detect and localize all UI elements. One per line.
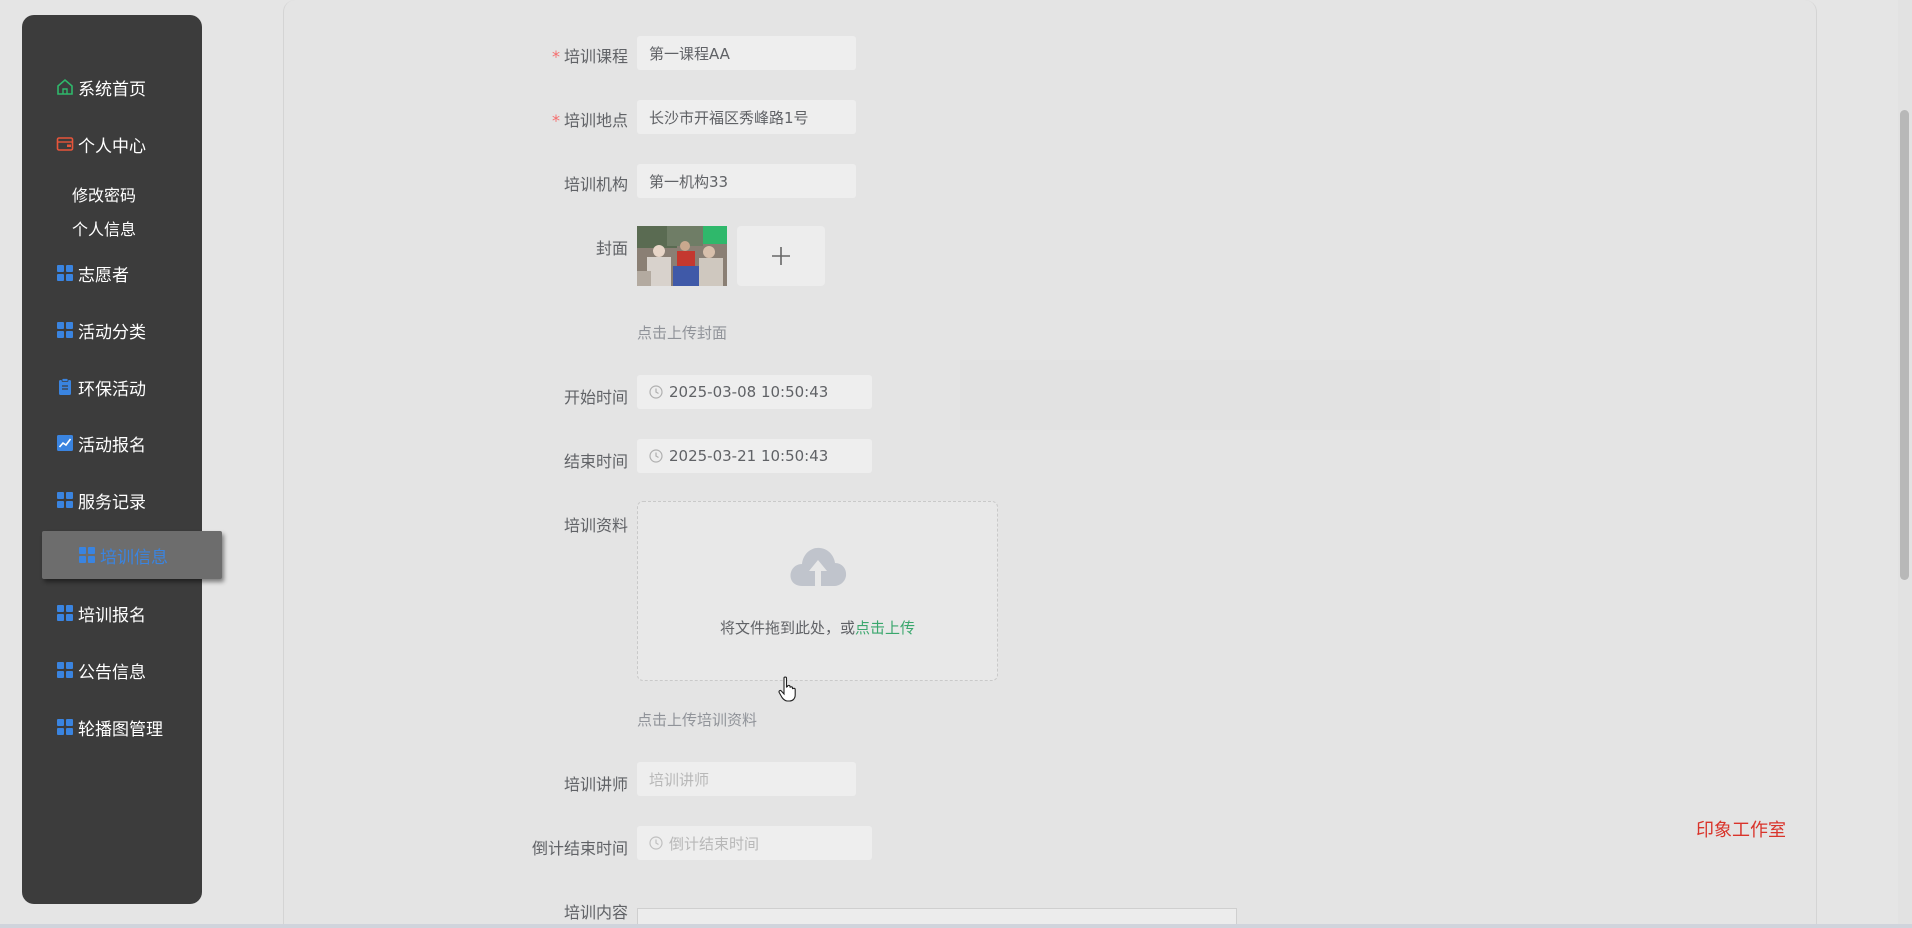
cloud-upload-icon [790, 547, 847, 586]
sidebar-item-training-info[interactable]: 培训信息 [42, 531, 222, 579]
cover-hint: 点击上传封面 [637, 324, 728, 342]
end-time-value: 2025-03-21 10:50:43 [669, 447, 829, 465]
grid-icon [57, 492, 73, 508]
location-input[interactable]: 长沙市开福区秀峰路1号 [637, 100, 856, 134]
clipboard-icon [59, 378, 71, 395]
org-value: 第一机构33 [649, 172, 729, 191]
grid-icon [57, 719, 73, 735]
sidebar-item-eco-activity[interactable]: 环保活动 [22, 367, 202, 407]
sidebar-item-label: 服务记录 [78, 492, 146, 513]
sidebar-subitem-change-password[interactable]: 修改密码 [72, 179, 136, 209]
clock-icon [649, 449, 663, 463]
home-icon [57, 78, 73, 95]
drop-zone-text: 将文件拖到此处，或点击上传 [719, 619, 916, 637]
countdown-picker[interactable]: 倒计结束时间 [637, 826, 872, 860]
cover-image [637, 226, 727, 286]
start-time-picker[interactable]: 2025-03-08 10:50:43 [637, 375, 872, 409]
start-time-label: 开始时间 [563, 388, 628, 407]
upload-link[interactable]: 点击上传 [855, 619, 915, 637]
sidebar-item-activity-signup[interactable]: 活动报名 [22, 423, 202, 463]
cover-label: 封面 [595, 239, 628, 258]
course-value: 第一课程AA [649, 44, 730, 63]
start-time-value: 2025-03-08 10:50:43 [669, 383, 829, 401]
sidebar-item-announcement[interactable]: 公告信息 [22, 650, 202, 690]
sidebar-item-service-record[interactable]: 服务记录 [22, 480, 202, 520]
sidebar-subitem-label: 修改密码 [72, 186, 137, 205]
sidebar: 系统首页 个人中心 修改密码 个人信息 志愿者 活动分类 环保活动 活动报名 服… [22, 15, 222, 904]
sidebar-item-label: 培训报名 [78, 605, 146, 626]
end-time-label: 结束时间 [563, 452, 628, 471]
grid-icon [57, 322, 73, 338]
material-label: 培训资料 [563, 516, 628, 535]
end-time-picker[interactable]: 2025-03-21 10:50:43 [637, 439, 872, 473]
teacher-label: 培训讲师 [563, 775, 628, 794]
sidebar-item-label: 志愿者 [78, 265, 129, 286]
clock-icon [649, 836, 663, 850]
material-drop-zone[interactable]: 将文件拖到此处，或点击上传 [637, 501, 998, 681]
sidebar-item-label: 活动报名 [78, 435, 146, 456]
bottom-border [0, 924, 1912, 928]
teacher-input[interactable]: 培训讲师 [637, 762, 856, 796]
scrollbar-thumb[interactable] [1900, 110, 1909, 580]
sidebar-item-carousel-manage[interactable]: 轮播图管理 [22, 707, 202, 747]
clock-icon [649, 385, 663, 399]
course-input[interactable]: 第一课程AA [637, 36, 856, 70]
chart-icon [57, 435, 73, 451]
location-value: 长沙市开福区秀峰路1号 [649, 108, 809, 127]
sidebar-item-label: 个人中心 [78, 136, 146, 157]
content-label: 培训内容 [563, 903, 628, 922]
grid-icon [57, 265, 73, 281]
sidebar-item-label: 活动分类 [78, 322, 146, 343]
cover-thumbnail[interactable] [637, 226, 727, 286]
plus-icon [772, 247, 790, 265]
hand-cursor-icon [778, 676, 796, 702]
countdown-placeholder: 倒计结束时间 [669, 834, 760, 853]
teacher-placeholder: 培训讲师 [649, 770, 710, 789]
sidebar-item-label: 公告信息 [78, 662, 146, 683]
cover-upload-button[interactable] [737, 226, 825, 286]
sidebar-item-training-signup[interactable]: 培训报名 [22, 593, 202, 633]
sidebar-subitem-personal-info[interactable]: 个人信息 [72, 213, 136, 243]
org-label: 培训机构 [563, 175, 628, 194]
grid-icon [79, 547, 95, 563]
sidebar-item-home[interactable]: 系统首页 [22, 67, 202, 107]
background-block [960, 360, 1440, 430]
grid-icon [57, 662, 73, 678]
sidebar-item-label: 培训信息 [100, 547, 168, 568]
sidebar-item-activity-category[interactable]: 活动分类 [22, 310, 202, 350]
org-input[interactable]: 第一机构33 [637, 164, 856, 198]
course-label: * 培训课程 [551, 47, 628, 66]
sidebar-subitem-label: 个人信息 [72, 220, 137, 239]
wallet-icon [56, 137, 74, 151]
location-label: * 培训地点 [551, 111, 628, 130]
sidebar-item-label: 系统首页 [78, 79, 146, 100]
sidebar-item-label: 轮播图管理 [78, 719, 163, 740]
sidebar-item-personal-center[interactable]: 个人中心 [22, 124, 202, 164]
grid-icon [57, 605, 73, 621]
countdown-label: 倒计结束时间 [531, 839, 628, 858]
watermark-text: 印象工作室 [1696, 820, 1786, 841]
sidebar-item-label: 环保活动 [78, 379, 146, 400]
material-hint: 点击上传培训资料 [637, 711, 758, 729]
sidebar-item-volunteer[interactable]: 志愿者 [22, 253, 202, 293]
